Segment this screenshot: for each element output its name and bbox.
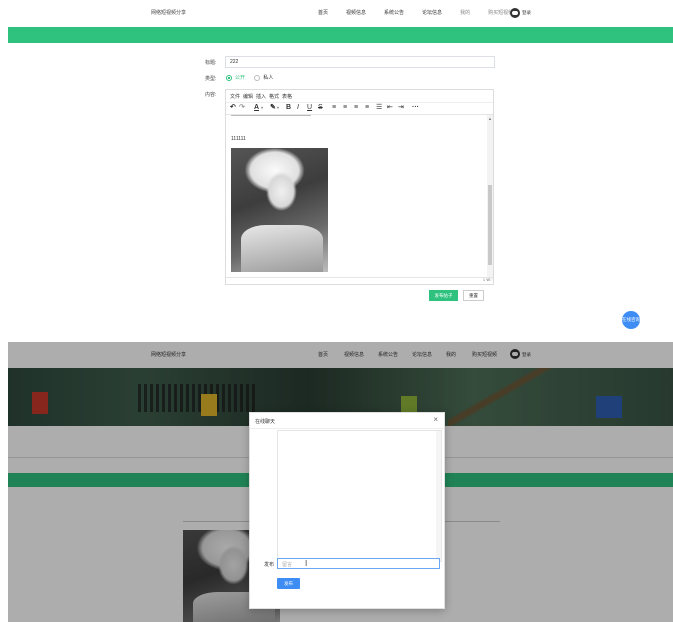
bullet-list-icon[interactable]: ☰ — [376, 104, 382, 112]
rich-text-editor: 文件 编辑 插入 格式 表格 ↶ ↷ A ▾ ✎ ▾ B I U S ≡ ≡ ≡… — [225, 89, 494, 285]
submit-post-button[interactable]: 发布帖子 — [429, 290, 458, 301]
top-navbar: 网络短视频分享 首页 视频信息 系统公告 论坛信息 我的 购买短视频 登录 — [0, 0, 673, 26]
menu-format[interactable]: 格式 — [269, 93, 279, 100]
title-label: 标题: — [205, 60, 217, 66]
chat-scrollbar[interactable] — [436, 431, 441, 561]
editor-scrollbar[interactable]: ▲ — [487, 115, 493, 281]
indent-increase-icon[interactable]: ⇥ — [398, 104, 404, 112]
chat-message-input[interactable]: 留言 I — [277, 558, 440, 569]
nav-link-notices[interactable]: 系统公告 — [384, 9, 404, 16]
nav-link-home[interactable]: 首页 — [318, 9, 328, 16]
highlight-icon[interactable]: ✎ — [270, 104, 276, 112]
scroll-up-icon[interactable]: ▲ — [488, 116, 492, 121]
text-cursor-icon: I — [305, 559, 308, 568]
nav-link-forum[interactable]: 论坛信息 — [422, 9, 442, 16]
close-icon[interactable]: × — [433, 416, 438, 424]
menu-file[interactable]: 文件 — [230, 93, 240, 100]
text-color-dropdown-icon[interactable]: ▾ — [261, 104, 263, 112]
radio-public-label[interactable]: 公开 — [235, 75, 245, 81]
chat-send-button[interactable]: 发布 — [277, 578, 300, 589]
text-color-icon[interactable]: A — [254, 104, 259, 112]
editor-body-text: 111111 — [231, 136, 246, 142]
radio-private[interactable] — [254, 74, 261, 81]
menu-table[interactable]: 表格 — [282, 93, 292, 100]
nav-links: 首页 视频信息 系统公告 论坛信息 我的 购买短视频 — [318, 9, 531, 16]
online-chat-bubble[interactable]: 在线咨询 — [622, 311, 640, 329]
content-label: 内容: — [205, 92, 217, 98]
align-left-icon[interactable]: ≡ — [332, 104, 336, 112]
editor-image[interactable] — [231, 148, 328, 272]
redo-icon[interactable]: ↷ — [239, 104, 245, 112]
align-justify-icon[interactable]: ≡ — [365, 104, 369, 112]
bold-icon[interactable]: B — [286, 104, 291, 112]
radio-private-label[interactable]: 私人 — [263, 75, 273, 81]
editor-toolbar: ↶ ↷ A ▾ ✎ ▾ B I U S ≡ ≡ ≡ ≡ ☰ ⇤ ⇥ ··· — [226, 102, 493, 115]
title-input-value: 222 — [230, 59, 239, 65]
editor-scrollbar-thumb[interactable] — [488, 185, 492, 265]
site-brand[interactable]: 网络短视频分享 — [151, 9, 186, 16]
chat-input-placeholder: 留言 — [282, 562, 293, 568]
user-avatar-icon[interactable] — [510, 8, 520, 18]
italic-icon[interactable]: I — [297, 104, 299, 112]
underline-icon[interactable]: U — [307, 104, 312, 112]
more-icon[interactable]: ··· — [412, 104, 419, 112]
chat-message-area[interactable] — [277, 430, 442, 562]
strikethrough-icon[interactable]: S — [318, 104, 323, 112]
type-label: 类型: — [205, 76, 217, 82]
align-center-icon[interactable]: ≡ — [343, 104, 347, 112]
title-input[interactable]: 222 — [225, 56, 495, 68]
indent-decrease-icon[interactable]: ⇤ — [387, 104, 393, 112]
reset-button[interactable]: 重置 — [463, 290, 484, 301]
menu-insert[interactable]: 插入 — [256, 93, 266, 100]
radio-public[interactable] — [226, 74, 232, 81]
editor-content[interactable]: 111111 — [226, 115, 488, 275]
menu-edit[interactable]: 编辑 — [243, 93, 253, 100]
chat-modal-title: 在线聊天 — [255, 419, 276, 425]
editor-status-text: 1 W — [482, 277, 490, 282]
send-label: 发布 — [264, 562, 275, 568]
undo-icon[interactable]: ↶ — [230, 104, 236, 112]
align-right-icon[interactable]: ≡ — [354, 104, 358, 112]
nav-link-videos[interactable]: 视频信息 — [346, 9, 366, 16]
editor-statusbar: 1 W — [226, 277, 493, 284]
login-link[interactable]: 登录 — [522, 10, 531, 16]
highlight-dropdown-icon[interactable]: ▾ — [277, 104, 279, 112]
top-green-banner — [8, 27, 673, 43]
chat-modal: 在线聊天 × 发布 留言 I 发布 — [249, 412, 445, 609]
nav-link-mine[interactable]: 我的 — [460, 9, 470, 16]
type-radio-group: 公开 私人 — [226, 74, 273, 81]
chat-modal-header: 在线聊天 × — [250, 413, 444, 429]
content-divider — [231, 115, 311, 116]
editor-image-figure — [240, 224, 324, 272]
